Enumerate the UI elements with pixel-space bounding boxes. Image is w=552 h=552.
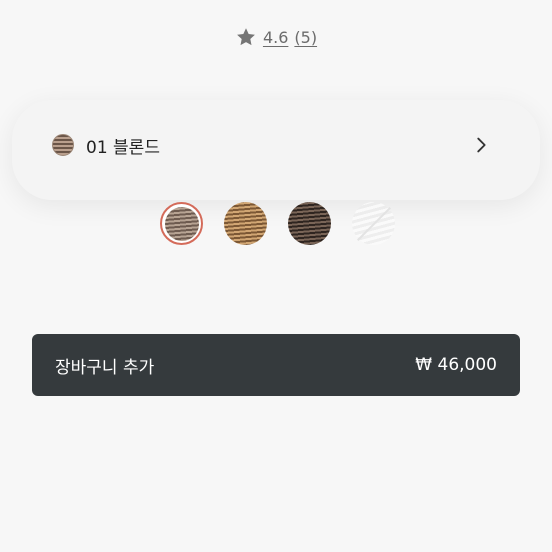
add-to-cart-label: 장바구니 추가: [55, 357, 155, 378]
swatch-03[interactable]: [288, 202, 331, 245]
rating-score[interactable]: 4.6: [263, 28, 288, 47]
swatch-02[interactable]: [224, 202, 267, 245]
option-selector[interactable]: 01 블론드: [52, 130, 492, 160]
swatch-01-disc: [164, 206, 199, 241]
review-count[interactable]: (5): [294, 28, 317, 47]
swatch-02-disc: [224, 202, 267, 245]
swatch-01[interactable]: [160, 202, 203, 245]
add-to-cart-button[interactable]: 장바구니 추가 ₩ 46,000: [32, 334, 520, 396]
swatch-03-disc: [288, 202, 331, 245]
price-label: ₩ 46,000: [415, 355, 497, 375]
color-swatches: [160, 202, 395, 245]
chevron-right-icon[interactable]: [470, 134, 492, 156]
selected-option-label: 01 블론드: [86, 137, 160, 158]
selected-swatch-icon: [52, 134, 74, 156]
product-option-panel: 4.6 (5) 01 블론드 장바구니 추가 ₩ 46,000: [0, 0, 552, 552]
swatch-04[interactable]: [352, 202, 395, 245]
rating-summary[interactable]: 4.6 (5): [0, 26, 552, 48]
star-icon: [237, 28, 255, 46]
